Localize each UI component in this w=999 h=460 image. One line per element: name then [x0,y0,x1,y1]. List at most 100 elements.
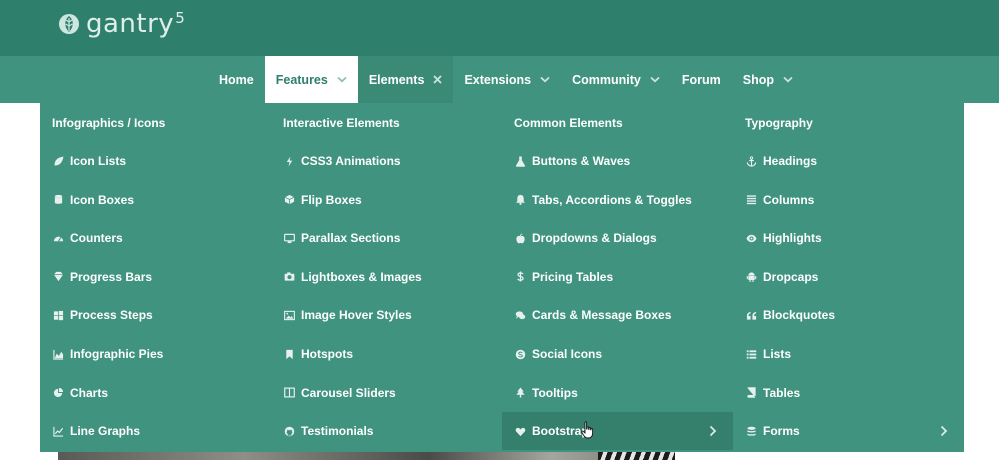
menu-item-dropdowns-dialogs[interactable]: Dropdowns & Dialogs [502,219,733,257]
menu-item-hotspots[interactable]: Hotspots [271,335,502,373]
menu-item-label: Tables [763,385,801,400]
menu-item-counters[interactable]: Counters [40,219,271,257]
align-icon [745,194,757,206]
menu-item-testimonials[interactable]: Testimonials [271,412,502,450]
gantry-leaf-icon [59,14,79,34]
github-icon [283,425,295,437]
menu-item-label: Image Hover Styles [301,308,412,323]
menu-item-image-hover-styles[interactable]: Image Hover Styles [271,296,502,334]
main-nav: Home Features Elements Extensions Community F… [208,56,804,103]
menu-item-label: Blockquotes [763,308,836,323]
menu-item-highlights[interactable]: Highlights [733,219,964,257]
brand-name: gantry5 [86,9,186,39]
flask-icon [514,155,526,167]
menu-item-dropcaps[interactable]: Dropcaps [733,258,964,296]
bolt-icon [283,155,295,167]
menu-item-blockquotes[interactable]: Blockquotes [733,296,964,334]
heart-icon [514,425,526,437]
chevron-down-icon[interactable] [337,76,347,83]
dashboard-icon [52,232,64,244]
menu-item-columns[interactable]: Columns [733,181,964,219]
chevron-right-icon [940,425,948,437]
chevron-down-icon[interactable] [540,76,550,83]
menu-item-label: Counters [70,231,123,246]
menu-item-label: Infographic Pies [70,347,164,361]
site-header: gantry5 [0,0,999,56]
nav-item-home[interactable]: Home [208,56,265,103]
menu-item-line-graphs[interactable]: Line Graphs [40,412,271,450]
nav-item-label: Shop [742,72,775,87]
menu-item-label: Lightboxes & Images [301,269,422,284]
android-icon [745,271,757,283]
menu-item-bootstrap[interactable]: Bootstrap [502,412,733,451]
chevron-down-icon[interactable] [783,76,793,83]
menu-item-label: Hotspots [301,347,353,361]
menu-item-label: Icon Boxes [70,192,135,207]
chevron-down-icon[interactable] [650,76,660,83]
menu-item-css3-animations[interactable]: CSS3 Animations [271,142,502,180]
menu-item-process-steps[interactable]: Process Steps [40,296,271,334]
brand-version: 5 [175,9,186,27]
tree-icon [514,387,526,399]
nav-item-extensions[interactable]: Extensions [453,56,561,103]
menu-item-label: Testimonials [301,424,374,439]
menu-item-label: Forms [763,424,800,439]
nav-item-shop[interactable]: Shop [732,56,804,103]
nav-item-label: Elements [368,72,425,87]
menu-item-label: Social Icons [532,347,603,361]
menu-item-forms[interactable]: Forms [733,412,964,450]
desktop-icon [283,232,295,244]
menu-item-label: Flip Boxes [301,192,362,207]
megamenu-column: Interactive Elements CSS3 Animations Flip … [271,103,502,452]
menu-item-headings[interactable]: Headings [733,142,964,180]
nav-item-features[interactable]: Features [264,56,358,103]
gantry-logo[interactable]: gantry5 [58,9,185,39]
skype-icon [514,348,526,360]
menu-item-flip-boxes[interactable]: Flip Boxes [271,181,502,219]
leaf-icon [52,155,64,167]
menu-item-infographic-pies[interactable]: Infographic Pies [40,335,271,373]
megamenu-column: Typography Headings Columns Highlights Dropc… [733,103,964,452]
image-icon [283,309,295,321]
menu-item-social-icons[interactable]: Social Icons [502,335,733,373]
menu-item-label: CSS3 Animations [301,154,401,168]
nav-item-elements[interactable]: Elements [357,56,454,103]
menu-item-label: Progress Bars [70,269,153,284]
chevron-right-icon [709,425,717,437]
area-chart-icon [52,348,64,360]
close-icon[interactable] [433,75,443,84]
column-title: Interactive Elements [283,116,400,130]
menu-item-progress-bars[interactable]: Progress Bars [40,258,271,296]
menu-item-cards-message-boxes[interactable]: Cards & Message Boxes [502,296,733,334]
cube-icon [283,194,295,206]
menu-item-label: Lists [763,347,792,361]
menu-item-label: Dropdowns & Dialogs [532,231,657,246]
menu-item-label: Headings [763,154,818,168]
menu-item-lists[interactable]: Lists [733,335,964,373]
menu-item-lightboxes-images[interactable]: Lightboxes & Images [271,258,502,296]
menu-item-parallax-sections[interactable]: Parallax Sections [271,219,502,257]
nav-item-community[interactable]: Community [561,56,671,103]
menu-item-label: Process Steps [70,308,153,323]
menu-item-icon-boxes[interactable]: Icon Boxes [40,181,271,219]
anchor-icon [745,155,757,167]
menu-item-pricing-tables[interactable]: Pricing Tables [502,258,733,296]
nav-item-label: Features [275,72,328,87]
menu-item-carousel-sliders[interactable]: Carousel Sliders [271,374,502,412]
megamenu-column: Common Elements Buttons & Waves Tabs, Acco… [502,103,733,452]
diamond-icon [52,271,64,283]
menu-item-icon-lists[interactable]: Icon Lists [40,142,271,180]
menu-item-buttons-waves[interactable]: Buttons & Waves [502,142,733,180]
column-title: Common Elements [514,116,623,130]
menu-item-label: Tabs, Accordions & Toggles [532,192,692,207]
nav-item-label: Forum [681,72,721,87]
pie-chart-icon [52,387,64,399]
menu-item-charts[interactable]: Charts [40,374,271,412]
menu-item-label: Pricing Tables [532,269,614,284]
camera-icon [283,271,295,283]
nav-item-forum[interactable]: Forum [671,56,732,103]
menu-item-tooltips[interactable]: Tooltips [502,374,733,412]
menu-item-tabs-accordions-toggles[interactable]: Tabs, Accordions & Toggles [502,181,733,219]
menu-item-label: Tooltips [532,385,578,400]
menu-item-tables[interactable]: Tables [733,374,964,412]
